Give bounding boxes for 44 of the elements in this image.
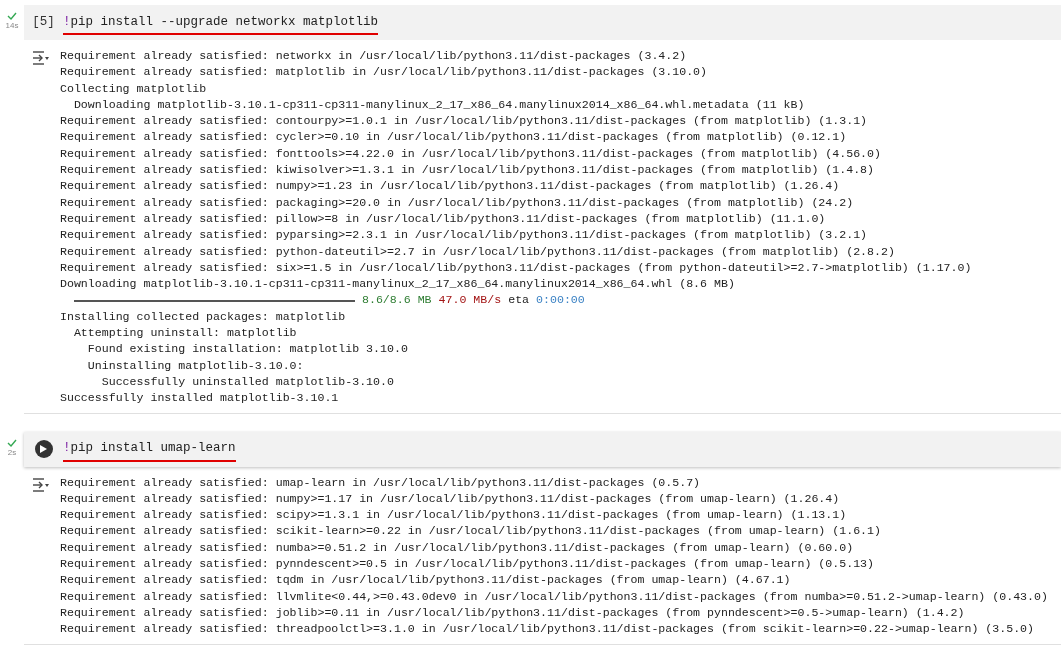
output-line: Requirement already satisfied: packaging>=20.0 in /usr/local/lib/python3.11/dist-packages (from matplotlib) (24.2) xyxy=(60,194,855,211)
run-time: 2s xyxy=(7,448,17,457)
output-line: Requirement already satisfied: threadpoolctl>=3.1.0 in /usr/local/lib/python3.11/dist-packages (from scikit-learn>=0.22->umap-learn) (3.5.0) xyxy=(60,621,1036,638)
output-line: Requirement already satisfied: joblib>=0.11 in /usr/local/lib/python3.11/dist-packages (from pynndescent>=0.5->umap-learn) (1.4.2) xyxy=(60,604,966,621)
download-size: 8.6/8.6 MB xyxy=(362,292,432,309)
output-line: Successfully uninstalled matplotlib-3.10.0 xyxy=(100,373,395,390)
eta-time: 0:00:00 xyxy=(536,292,585,309)
output-line: Requirement already satisfied: numba>=0.51.2 in /usr/local/lib/python3.11/dist-packages (from umap-learn) (0.60.0) xyxy=(60,539,855,556)
code-line[interactable]: !pip install --upgrade networkx matplotlib xyxy=(63,9,379,32)
output-line: Found existing installation: matplotlib 3.10.0 xyxy=(86,341,409,358)
code-line[interactable]: !pip install umap-learn xyxy=(63,436,236,458)
output-toggle-icon[interactable] xyxy=(31,51,50,65)
output-line: Requirement already satisfied: pillow>=8 in /usr/local/lib/python3.11/dist-packages (from matplotlib) (11.1.0) xyxy=(60,210,827,227)
download-speed: 47.0 MB/s xyxy=(438,292,502,309)
execution-count: [5] xyxy=(32,14,55,32)
output-line: Requirement already satisfied: scipy>=1.3.1 in /usr/local/lib/python3.11/dist-packages (from umap-learn) (1.13.1) xyxy=(60,507,848,524)
output-line: Uninstalling matplotlib-3.10.0: xyxy=(86,357,305,374)
output-line: Downloading matplotlib-3.10.1-cp311-cp311-manylinux_2_17_x86_64.manylinux2014_x86_64.whl.metadata (11 kB) xyxy=(72,96,806,113)
output-line: Requirement already satisfied: numpy>=1.23 in /usr/local/lib/python3.11/dist-packages (from matplotlib) (1.26.4) xyxy=(60,178,841,195)
output-line: Requirement already satisfied: numpy>=1.17 in /usr/local/lib/python3.11/dist-packages (from umap-learn) (1.26.4) xyxy=(60,490,841,507)
output-line: Requirement already satisfied: contourpy>=1.0.1 in /usr/local/lib/python3.11/dist-packages (from matplotlib) (1.3.1) xyxy=(60,113,869,130)
output-line: Requirement already satisfied: fonttools>=4.22.0 in /usr/local/lib/python3.11/dist-packages (from matplotlib) (4.56.0) xyxy=(60,145,882,162)
output-line: Requirement already satisfied: matplotlib in /usr/local/lib/python3.11/dist-packages (3.10.0) xyxy=(60,64,709,81)
output-line: Requirement already satisfied: pyparsing>=2.3.1 in /usr/local/lib/python3.11/dist-packages (from matplotlib) (3.2.1) xyxy=(60,227,869,244)
output-line: Downloading matplotlib-3.10.1-cp311-cp311-manylinux_2_17_x86_64.manylinux2014_x86_64.whl (8.6 MB) xyxy=(60,276,736,293)
output-line: Requirement already satisfied: tqdm in /usr/local/lib/python3.11/dist-packages (from umap-learn) (4.67.1) xyxy=(60,572,792,589)
output-line: Requirement already satisfied: scikit-learn>=0.22 in /usr/local/lib/python3.11/dist-packages (from umap-learn) (1.6.1) xyxy=(60,523,882,540)
eta-label: eta xyxy=(508,292,530,309)
run-button[interactable] xyxy=(34,440,53,459)
play-icon xyxy=(40,445,47,454)
output-line: Requirement already satisfied: pynndescent>=0.5 in /usr/local/lib/python3.11/dist-packages (from umap-learn) (0.5.13) xyxy=(60,556,875,572)
output-line: Requirement already satisfied: cycler>=0.10 in /usr/local/lib/python3.11/dist-packages (from matplotlib) (0.12.1) xyxy=(60,129,848,146)
output-line: Installing collected packages: matplotlib xyxy=(60,308,347,325)
output-line: Requirement already satisfied: umap-learn in /usr/local/lib/python3.11/dist-packages (0.5.7) xyxy=(60,474,702,491)
output-toggle-icon[interactable] xyxy=(31,477,50,492)
run-time: 14s xyxy=(5,22,19,30)
output-line: Requirement already satisfied: kiwisolver>=1.3.1 in /usr/local/lib/python3.11/dist-packages (from matplotlib) (1.4.8) xyxy=(60,162,875,179)
output-line: Requirement already satisfied: six>=1.5 in /usr/local/lib/python3.11/dist-packages (from python-dateutil>=2.7->matplotlib) (1.17.0) xyxy=(60,259,972,276)
output-line: Requirement already satisfied: python-dateutil>=2.7 in /usr/local/lib/python3.11/dist-packages (from matplotlib) (2.8.2) xyxy=(60,243,896,260)
output-line: Requirement already satisfied: llvmlite<0.44,>=0.43.0dev0 in /usr/local/lib/python3.11/dist-packages (from numba>=0.51.2->umap-learn) (0.43.0) xyxy=(60,588,1048,605)
output-line: Successfully installed matplotlib-3.10.1 xyxy=(60,390,340,407)
output-line: Attempting uninstall: matplotlib xyxy=(72,325,298,342)
output-line: Collecting matplotlib xyxy=(60,80,208,97)
output-line: Requirement already satisfied: networkx in /usr/local/lib/python3.11/dist-packages (3.4.2) xyxy=(60,48,688,64)
